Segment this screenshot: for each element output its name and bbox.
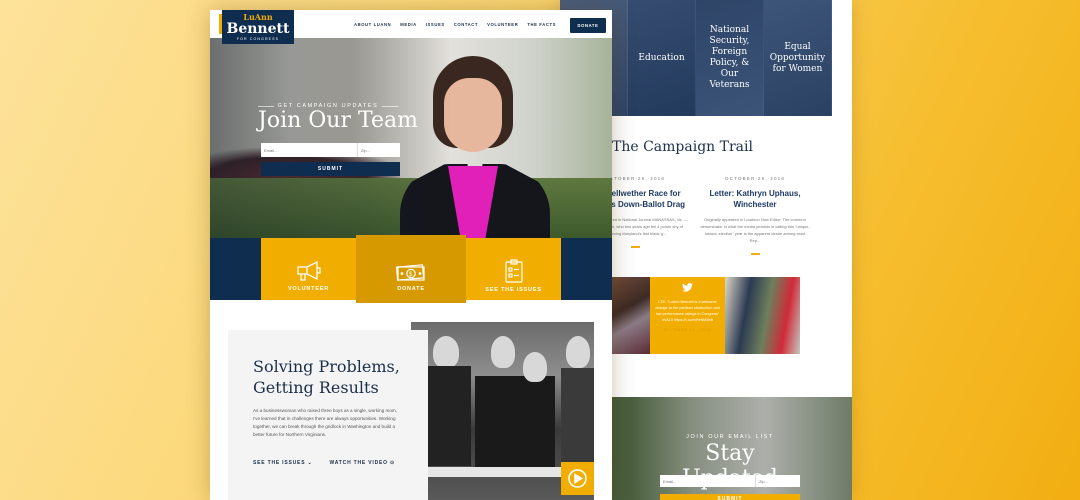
about-links: SEE THE ISSUES ⌄ WATCH THE VIDEO ⊙ xyxy=(253,460,395,466)
homepage-preview: LuAnn Bennett FOR CONGRESS ABOUT LUANN M… xyxy=(210,10,612,500)
hero-section xyxy=(210,38,612,238)
signup-zip-input[interactable] xyxy=(756,475,800,487)
news-post[interactable]: OCTOBER 25, 2016 Letter: Kathryn Uphaus,… xyxy=(700,176,810,255)
tweet-card[interactable]: LTE: "LuAnn Bennett is a welcome change … xyxy=(650,277,725,354)
signup-email-input[interactable] xyxy=(660,475,756,487)
issue-tile-national-security[interactable]: National Security, Foreign Policy, & Our… xyxy=(696,0,764,116)
watch-the-video-link[interactable]: WATCH THE VIDEO ⊙ xyxy=(330,460,395,466)
money-icon: $ xyxy=(395,264,425,281)
about-body: As a businesswoman who raised three boys… xyxy=(253,408,398,437)
nav-media[interactable]: MEDIA xyxy=(400,22,417,27)
cta-band: VOLUNTEER $ DONATE SEE THE ISSUES xyxy=(210,235,612,303)
post-divider xyxy=(750,253,760,255)
issue-tile-education[interactable]: Education xyxy=(628,0,696,116)
see-the-issues-link[interactable]: SEE THE ISSUES ⌄ xyxy=(253,460,313,466)
campaign-photo xyxy=(725,277,800,354)
post-excerpt: Originally appeared in Loudoun Now Edito… xyxy=(700,217,810,243)
play-video-button[interactable] xyxy=(561,462,594,495)
signup-kicker: JOIN OUR EMAIL LIST xyxy=(686,434,774,440)
nav-volunteer[interactable]: VOLUNTEER xyxy=(487,22,518,27)
signup-submit-button[interactable]: SUBMIT xyxy=(660,494,800,500)
see-issues-cta[interactable]: SEE THE ISSUES xyxy=(466,238,561,300)
post-title[interactable]: Letter: Kathryn Uphaus, Winchester xyxy=(700,188,810,210)
about-title: Solving Problems, Getting Results xyxy=(253,357,400,397)
post-date: OCTOBER 25, 2016 xyxy=(724,176,786,181)
donate-cta[interactable]: $ DONATE xyxy=(356,235,466,303)
campaign-photo xyxy=(612,277,650,354)
about-card: Solving Problems, Getting Results As a b… xyxy=(228,330,428,500)
main-nav: ABOUT LUANN MEDIA ISSUES CONTACT VOLUNTE… xyxy=(354,22,556,27)
join-submit-button[interactable]: SUBMIT xyxy=(261,162,400,176)
nav-contact[interactable]: CONTACT xyxy=(454,22,478,27)
join-form: SUBMIT xyxy=(261,143,400,176)
social-feed: LTE: "LuAnn Bennett is a welcome change … xyxy=(612,277,800,354)
tweet-text: LTE: "LuAnn Bennett is a welcome change … xyxy=(655,300,720,322)
header-donate-button[interactable]: DONATE xyxy=(570,18,606,33)
twitter-bird-icon xyxy=(655,282,720,296)
clipboard-icon xyxy=(504,258,523,283)
join-email-input[interactable] xyxy=(261,143,358,157)
tweet-date: OCTOBER 21, 2016 xyxy=(663,328,712,332)
megaphone-icon xyxy=(296,260,321,281)
nav-the-facts[interactable]: THE FACTS xyxy=(527,22,556,27)
campaign-trail-heading: The Campaign Trail xyxy=(612,139,753,155)
issue-tile-equal-opportunity[interactable]: Equal Opportunity for Women xyxy=(764,0,832,116)
site-header: LuAnn Bennett FOR CONGRESS ABOUT LUANN M… xyxy=(210,10,612,44)
site-logo[interactable]: LuAnn Bennett FOR CONGRESS xyxy=(222,10,294,44)
hero-title: Join Our Team xyxy=(258,108,418,133)
volunteer-cta[interactable]: VOLUNTEER xyxy=(261,238,356,300)
post-divider xyxy=(630,246,640,248)
nav-about[interactable]: ABOUT LUANN xyxy=(354,22,391,27)
nav-issues[interactable]: ISSUES xyxy=(426,22,445,27)
join-zip-input[interactable] xyxy=(358,143,400,157)
signup-form: SUBMIT xyxy=(660,475,800,500)
play-icon xyxy=(568,469,587,488)
